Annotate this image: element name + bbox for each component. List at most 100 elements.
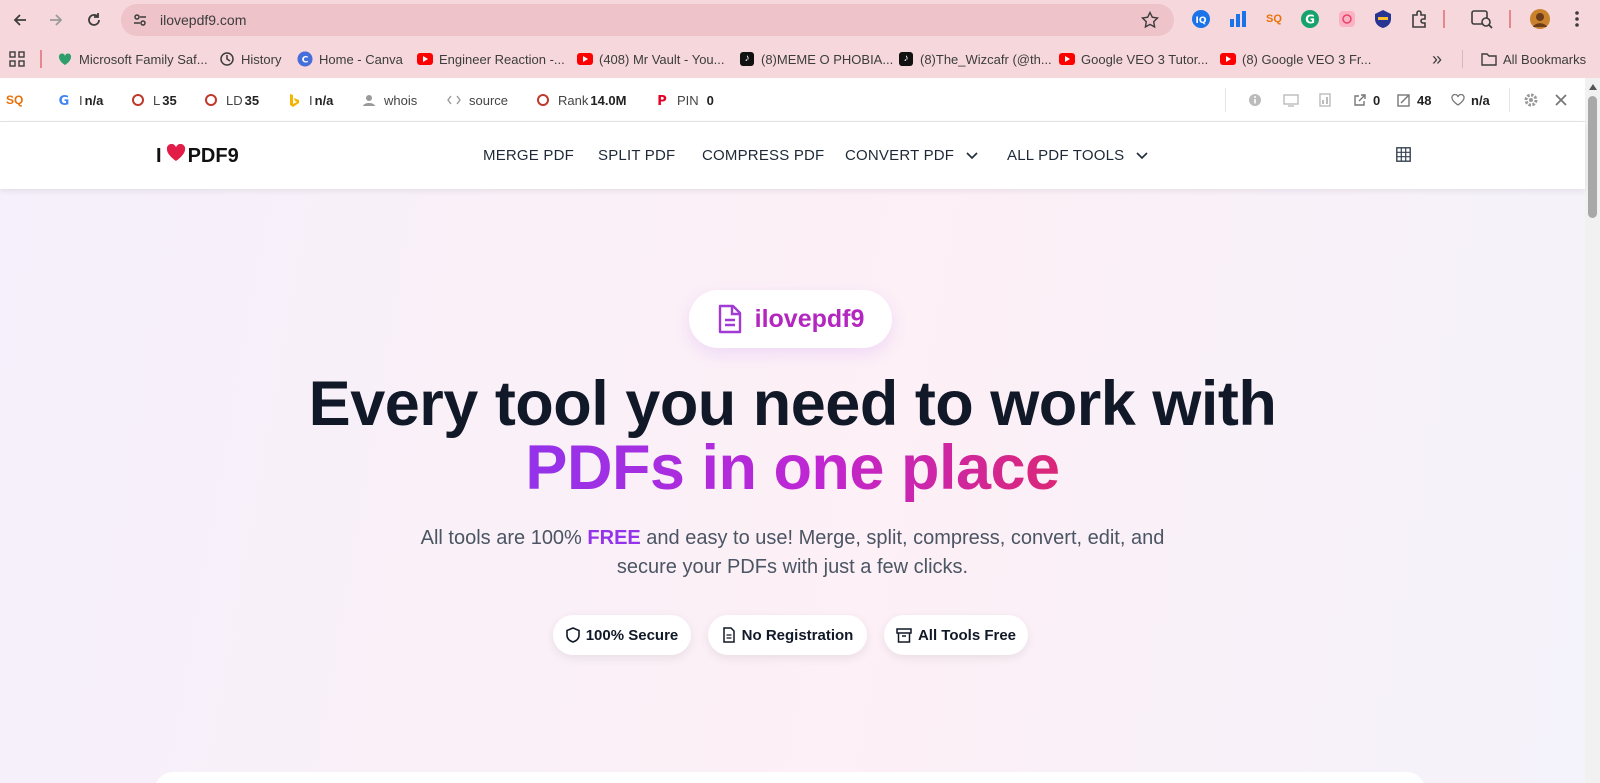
- back-button[interactable]: [2, 2, 38, 38]
- bookmark-label: Engineer Reaction -...: [439, 51, 565, 67]
- internal-links-metric[interactable]: 48: [1397, 91, 1431, 109]
- extension-blue-icon[interactable]: IQ: [1190, 8, 1212, 30]
- tools-card-top: [155, 772, 1425, 783]
- bookmark-label: Microsoft Family Saf...: [79, 51, 208, 67]
- bing-icon: [287, 93, 301, 107]
- chevron-down-icon: [1136, 151, 1148, 159]
- svg-text:C: C: [302, 56, 309, 66]
- svg-text:P: P: [657, 94, 667, 107]
- scrollbar-thumb[interactable]: [1588, 96, 1597, 218]
- density-icon[interactable]: [1318, 91, 1332, 109]
- grid-menu-icon[interactable]: [1396, 147, 1411, 167]
- reload-button[interactable]: [76, 2, 112, 38]
- nav-all-pdf-tools[interactable]: ALL PDF TOOLS: [1007, 147, 1148, 164]
- nav-convert-pdf[interactable]: CONVERT PDF: [845, 147, 978, 164]
- bookmark-item[interactable]: ♪ (8)MEME O PHOBIA...: [739, 49, 893, 69]
- seo-metric-prefix: source: [469, 92, 509, 108]
- seo-metric-value: n/a: [314, 92, 334, 108]
- diagnosis-icon[interactable]: [1283, 91, 1299, 109]
- all-bookmarks-button[interactable]: All Bookmarks: [1481, 49, 1586, 69]
- internal-link-icon: [1397, 93, 1411, 107]
- person-icon: [362, 93, 376, 107]
- forward-button[interactable]: [38, 2, 74, 38]
- scroll-up-arrow-icon[interactable]: [1589, 84, 1597, 90]
- browser-toolbar: ilovepdf9.com IQ SQ G: [0, 0, 1600, 40]
- seo-metric[interactable]: Rank 14.0M: [536, 91, 627, 109]
- seo-metric[interactable]: In/a: [287, 91, 333, 109]
- bookmark-label: (8)MEME O PHOBIA...: [761, 51, 894, 67]
- nav-all-tools-label: ALL PDF TOOLS: [1007, 147, 1125, 164]
- heart-shield-icon: [57, 51, 73, 67]
- extension-pink-icon[interactable]: [1336, 8, 1358, 30]
- badge-secure: 100% Secure: [553, 615, 691, 655]
- bookmark-label: History: [241, 51, 282, 67]
- nav-convert-label: CONVERT PDF: [845, 147, 955, 164]
- tab-search-icon[interactable]: [1471, 8, 1493, 30]
- nav-split-pdf[interactable]: SPLIT PDF: [598, 147, 675, 164]
- whois-link[interactable]: whois: [362, 91, 417, 109]
- bookmark-item[interactable]: (408) Mr Vault - You...: [577, 49, 725, 69]
- tiktok-icon: ♪: [739, 51, 755, 67]
- svg-text:G: G: [59, 94, 70, 107]
- health-metric[interactable]: n/a: [1451, 91, 1490, 109]
- reload-icon: [88, 13, 100, 26]
- bookmark-item[interactable]: ♪ (8)The_Wizcafr (@th...: [898, 49, 1052, 69]
- apps-grid-icon[interactable]: [9, 49, 25, 69]
- seo-metric[interactable]: G In/a: [57, 91, 104, 109]
- info-icon[interactable]: [1248, 91, 1262, 109]
- bookmark-label: (408) Mr Vault - You...: [599, 51, 725, 67]
- grammarly-icon[interactable]: G: [1299, 8, 1321, 30]
- menu-kebab-icon[interactable]: [1566, 8, 1588, 30]
- page-scrollbar[interactable]: [1585, 78, 1600, 783]
- site-settings-icon[interactable]: [130, 10, 150, 30]
- subtitle-pre: All tools are 100%: [420, 527, 588, 549]
- nav-merge-pdf[interactable]: MERGE PDF: [483, 147, 574, 164]
- hero-headline-line2: PDFs in one place: [0, 432, 1585, 504]
- bookmark-label: (8)The_Wizcafr (@th...: [920, 51, 1052, 67]
- profile-avatar[interactable]: [1529, 8, 1551, 30]
- bookmark-item[interactable]: Microsoft Family Saf...: [57, 49, 208, 69]
- seo-extension-bar: SQ G In/a L 35 LD 35 In/a whois source Ran…: [0, 78, 1600, 122]
- gear-icon[interactable]: [1524, 91, 1538, 109]
- seo-metric-value: 35: [162, 92, 177, 108]
- extension-chart-icon[interactable]: [1227, 8, 1249, 30]
- close-icon[interactable]: [1554, 91, 1568, 109]
- shield-icon: [565, 627, 580, 643]
- url-text[interactable]: ilovepdf9.com: [160, 12, 246, 28]
- seo-metric[interactable]: L 35: [131, 91, 177, 109]
- history-icon: [219, 51, 235, 67]
- seoquake-logo-icon[interactable]: SQ: [6, 91, 23, 109]
- site-header: I PDF9 MERGE PDF SPLIT PDF COMPRESS PDF …: [0, 122, 1585, 189]
- more-bookmarks-button[interactable]: »: [1432, 49, 1442, 69]
- bookmark-item[interactable]: (8) Google VEO 3 Fr...: [1220, 49, 1371, 69]
- all-bookmarks-label: All Bookmarks: [1503, 51, 1587, 67]
- archive-icon: [896, 627, 912, 643]
- extensions-puzzle-icon[interactable]: [1409, 8, 1431, 30]
- external-links-metric[interactable]: 0: [1353, 91, 1380, 109]
- seo-metric[interactable]: LD 35: [204, 91, 259, 109]
- extension-seo-icon[interactable]: SQ: [1263, 8, 1285, 30]
- seo-metric[interactable]: P PIN 0: [655, 91, 714, 109]
- bookmark-label: Google VEO 3 Tutor...: [1081, 51, 1209, 67]
- extension-badge-icon[interactable]: [1372, 8, 1394, 30]
- seo-metric-value: 35: [244, 92, 260, 108]
- brand-name: ilovepdf9: [754, 304, 865, 333]
- hero-headline-line1: Every tool you need to work with: [308, 369, 1277, 439]
- circle-icon: [204, 93, 218, 107]
- internal-links-value: 48: [1417, 92, 1432, 108]
- bookmark-star-icon[interactable]: [1140, 10, 1160, 35]
- bookmark-item[interactable]: Google VEO 3 Tutor...: [1059, 49, 1208, 69]
- site-logo[interactable]: I PDF9: [156, 143, 239, 168]
- nav-compress-pdf[interactable]: COMPRESS PDF: [702, 147, 824, 164]
- circle-icon: [131, 93, 145, 107]
- google-icon: G: [57, 93, 71, 107]
- bookmark-item[interactable]: History: [219, 49, 281, 69]
- svg-text:IQ: IQ: [1196, 16, 1207, 26]
- arrow-right-icon: [50, 14, 63, 26]
- seo-metric-prefix: Rank: [558, 92, 589, 108]
- address-bar[interactable]: ilovepdf9.com: [121, 4, 1174, 36]
- toolbar-separator: [1443, 10, 1445, 28]
- bookmark-item[interactable]: C Home - Canva: [297, 49, 403, 69]
- bookmark-item[interactable]: Engineer Reaction -...: [417, 49, 565, 69]
- source-link[interactable]: source: [447, 91, 508, 109]
